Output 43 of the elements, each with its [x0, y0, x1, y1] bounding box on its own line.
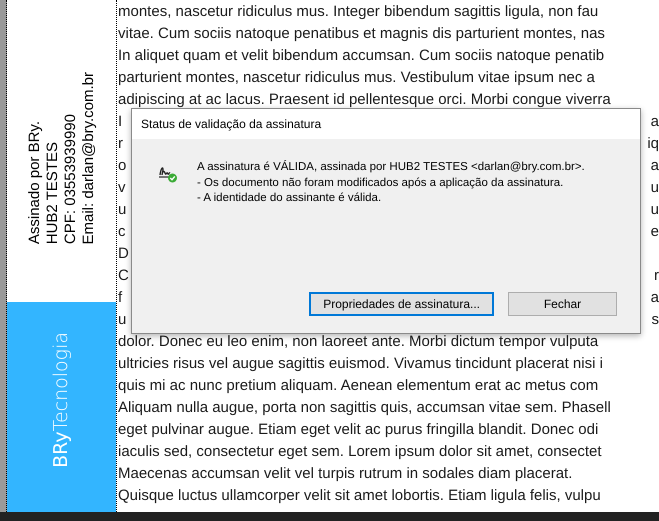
- document-text-fragment: D: [118, 244, 129, 264]
- message-line: - A identidade do assinante é válida.: [197, 191, 382, 206]
- document-text-line: vitae. Cum sociis natoque penatibus et magnis dis parturient montes, nas: [118, 24, 605, 44]
- document-text-fragment: u: [118, 310, 126, 330]
- document-text-fragment: c: [118, 222, 126, 242]
- stamp-line: Email: darlan@bry.com.br: [80, 72, 97, 244]
- document-text-line: Quisque luctus ullamcorper velit sit amet lobortis. Etiam ligula felis, vulpu: [118, 486, 601, 506]
- document-text-fragment: a: [650, 288, 659, 308]
- document-text-line: In aliquet quam et velit bibendum accumsan. Cum sociis natoque penatib: [118, 46, 604, 66]
- document-text-line: Aliquam nulla augue, porta non sagittis quis, accumsan vitae sem. Phasell: [118, 398, 611, 418]
- document-text-fragment: u: [118, 200, 126, 220]
- stamp-line: CPF: 03553939990: [62, 114, 79, 244]
- dialog-button[interactable]: Fechar: [508, 292, 617, 316]
- document-text-fragment: I: [118, 112, 122, 132]
- document-text-fragment: e: [650, 222, 659, 242]
- document-text-fragment: u: [650, 200, 659, 220]
- document-text-line: quis mi ac nunc pretium aliquam. Aenean elementum erat ac metus com: [118, 376, 598, 396]
- document-text-line: ultricies risus vel augue sagittis euismod. Vivamus tincidunt placerat nisi i: [118, 354, 603, 374]
- document-text-line: eget pulvinar augue. Etiam eget velit ac purus fringilla blandit. Donec odi: [118, 420, 598, 440]
- document-text-line: Maecenas accumsan velit vel turpis rutrum in sodales diam placerat.: [118, 464, 572, 484]
- document-text-fragment: C: [118, 266, 129, 286]
- message-line: A assinatura é VÁLIDA, assinada por HUB2 TESTES <darlan@bry.com.br>.: [197, 160, 585, 175]
- dialog-title: Status de validação da assinatura: [141, 116, 322, 133]
- document-text-fragment: a: [650, 156, 659, 176]
- document-text-fragment: v: [118, 178, 126, 198]
- document-text-fragment: o: [118, 156, 126, 176]
- document-text-line: montes, nascetur ridiculus mus. Integer bibendum sagittis ligula, non fau: [118, 2, 598, 22]
- document-text-fragment: iq: [647, 134, 659, 154]
- stamp-line: Assinado por BRy.: [26, 120, 43, 244]
- document-text-fragment: u: [650, 178, 659, 198]
- document-text-line: parturient montes, nascetur ridiculus mus. Vestibulum vitae ipsum nec a: [118, 68, 595, 88]
- document-text-fragment: r: [654, 266, 659, 286]
- document-text-fragment: r: [118, 134, 123, 154]
- brand-logo: BRyTecnologia: [49, 332, 74, 468]
- document-text-line: dolor. Donec eu leo enim, non laoreet ante. Morbi dictum tempor vulputa: [118, 332, 598, 352]
- document-text-line: adipiscing at ac lacus. Praesent id pellentesque orci. Morbi congue viverra: [118, 90, 611, 110]
- stamp-line: HUB2 TESTES: [44, 142, 61, 244]
- document-text-line: iaculis sed, consectetur eget sem. Lorem ipsum dolor sit amet, consectet: [118, 442, 602, 462]
- document-text-fragment: f: [118, 288, 122, 308]
- message-line: - Os documento não foram modificados após a aplicação da assinatura.: [197, 176, 564, 190]
- dialog-button[interactable]: Propriedades de assinatura...: [309, 292, 494, 316]
- document-text-fragment: a: [650, 112, 659, 132]
- document-text-fragment: s: [652, 310, 659, 330]
